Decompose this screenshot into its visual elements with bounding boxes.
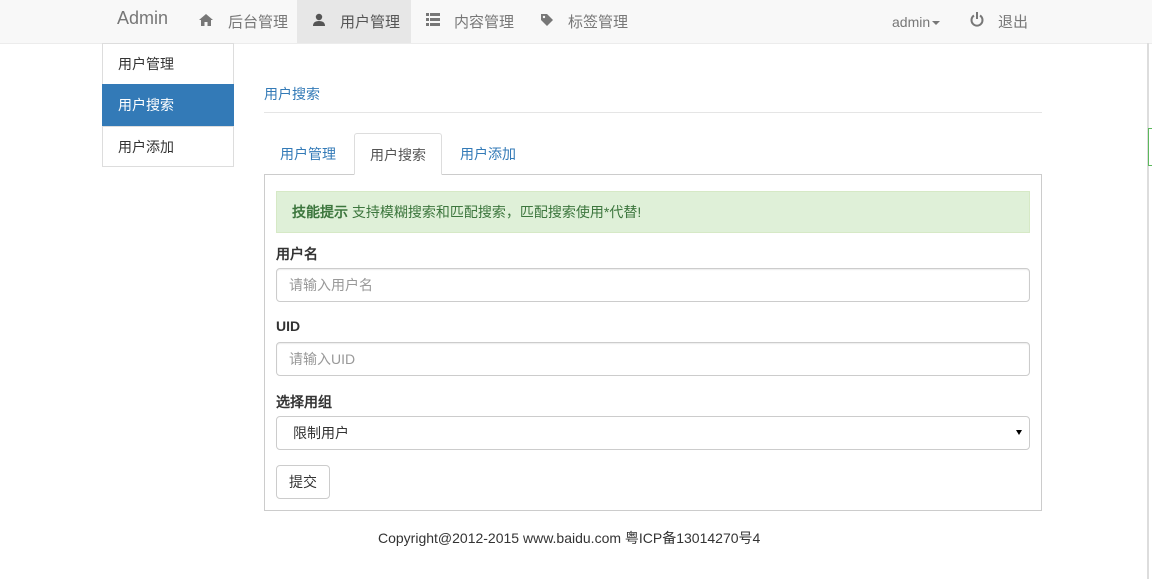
tab-user-management[interactable]: 用户管理 [265, 133, 351, 175]
footer-copyright: Copyright@2012-2015 www.baidu.com 粤ICP备1… [378, 530, 761, 546]
nav-item-label: 用户管理 [340, 14, 401, 31]
nav-item-users[interactable]: 用户管理 [297, 0, 411, 43]
username-label: 用户名 [276, 246, 318, 262]
nav-item-tags[interactable]: 标签管理 [525, 0, 645, 43]
top-navbar: Admin 后台管理 用户管理 内容管理 标签管理 admin 退出 [0, 0, 1152, 44]
logout-link[interactable]: 退出 [970, 0, 1028, 43]
sidebar-item-user-add[interactable]: 用户添加 [102, 126, 234, 167]
nav-item-label: 内容管理 [454, 14, 515, 31]
tag-icon [540, 13, 554, 31]
sidebar-item-user-search[interactable]: 用户搜索 [102, 84, 234, 126]
uid-label: UID [276, 318, 301, 334]
tab-user-add[interactable]: 用户添加 [445, 133, 531, 175]
brand-logo[interactable]: Admin [117, 0, 168, 37]
nav-item-dashboard[interactable]: 后台管理 [182, 0, 297, 43]
user-menu-label: admin [892, 13, 931, 30]
window-edge [1147, 43, 1149, 579]
submit-button[interactable]: 提交 [276, 465, 330, 499]
nav-item-label: 标签管理 [568, 14, 629, 31]
edge-marker [1148, 128, 1152, 166]
sidebar-item-user-management[interactable]: 用户管理 [102, 44, 234, 85]
group-selected-value: 限制用户 [293, 425, 349, 441]
alert-title: 技能提示 [292, 204, 348, 220]
sidebar: 用户管理 用户搜索 用户添加 [102, 43, 234, 167]
group-select[interactable]: 限制用户 [276, 416, 1030, 450]
dropdown-arrow-icon [1016, 430, 1022, 435]
username-input[interactable] [276, 268, 1030, 302]
heading-divider [264, 112, 1042, 113]
list-icon [426, 13, 440, 30]
logout-label: 退出 [998, 14, 1029, 31]
page-title: 用户搜索 [264, 86, 320, 102]
tab-user-search[interactable]: 用户搜索 [354, 133, 442, 175]
uid-input[interactable] [276, 342, 1030, 376]
user-menu-dropdown[interactable]: admin [892, 0, 941, 43]
alert-text: 支持模糊搜索和匹配搜索，匹配搜索使用*代替! [348, 204, 642, 220]
power-icon [970, 12, 984, 31]
tip-alert: 技能提示 支持模糊搜索和匹配搜索，匹配搜索使用*代替! [276, 191, 1030, 233]
group-label: 选择用组 [276, 394, 332, 410]
caret-down-icon [932, 20, 941, 25]
nav-item-label: 后台管理 [228, 14, 289, 31]
user-icon [312, 13, 326, 31]
home-icon [198, 13, 214, 31]
nav-item-content[interactable]: 内容管理 [411, 0, 525, 43]
